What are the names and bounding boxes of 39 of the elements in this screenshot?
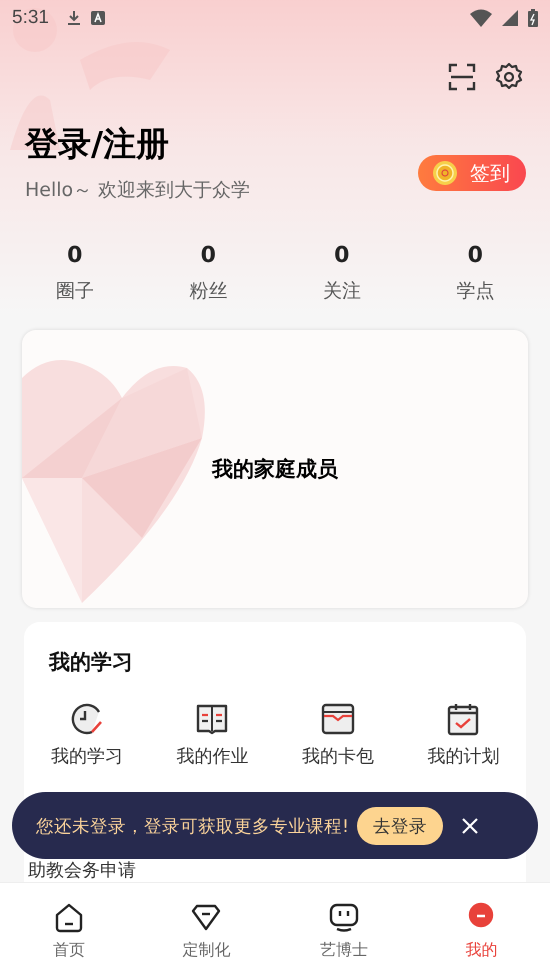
- status-time: 5:31: [12, 7, 49, 29]
- nav-tab[interactable]: 我的: [412, 883, 550, 979]
- family-title: 我的家庭成员: [212, 456, 338, 483]
- nav-tab[interactable]: 艺博士: [275, 883, 412, 979]
- signal-icon: [502, 10, 518, 26]
- stat-value: 0: [334, 243, 350, 268]
- wallet-icon[interactable]: [320, 702, 355, 736]
- nav-tab[interactable]: 定制化: [138, 883, 275, 979]
- stat-value: 0: [67, 243, 82, 268]
- robot-icon: [328, 902, 360, 934]
- welcome-text: Hello～ 欢迎来到大于众学: [25, 178, 250, 203]
- wifi-icon: [470, 9, 492, 27]
- coin-icon: [432, 160, 458, 186]
- nav-tab[interactable]: 首页: [0, 883, 138, 979]
- scan-icon[interactable]: [448, 63, 476, 91]
- study-title: 我的学习: [48, 649, 134, 676]
- login-title[interactable]: 登录/注册: [25, 122, 250, 167]
- stat-label[interactable]: 学点: [456, 278, 494, 304]
- calendar-icon[interactable]: [446, 702, 480, 736]
- stat-label[interactable]: 关注: [322, 278, 361, 304]
- study-item-label[interactable]: 我的作业: [176, 744, 248, 768]
- study-item-label[interactable]: 我的卡包: [302, 744, 374, 768]
- close-icon[interactable]: [461, 816, 480, 834]
- clock-icon[interactable]: [70, 702, 104, 736]
- keyboard-icon: [90, 11, 105, 25]
- settings-icon[interactable]: [494, 62, 524, 92]
- stat-value: 0: [468, 243, 483, 268]
- study-item-label[interactable]: 我的学习: [50, 744, 123, 768]
- stat-label[interactable]: 粉丝: [189, 278, 228, 304]
- download-icon: [66, 10, 81, 26]
- book-icon[interactable]: [195, 702, 230, 736]
- stat-value: 0: [200, 243, 216, 268]
- go-login-button[interactable]: 去登录: [357, 806, 444, 844]
- stat-label[interactable]: 圈子: [56, 278, 94, 304]
- battery-icon: [528, 9, 538, 27]
- menu-item[interactable]: 助教会务申请: [28, 858, 526, 882]
- toast-message: 您还未登录，登录可获取更多专业课程!: [36, 816, 350, 838]
- family-card[interactable]: 我的家庭成员: [22, 330, 528, 608]
- study-item-label[interactable]: 我的计划: [427, 744, 500, 768]
